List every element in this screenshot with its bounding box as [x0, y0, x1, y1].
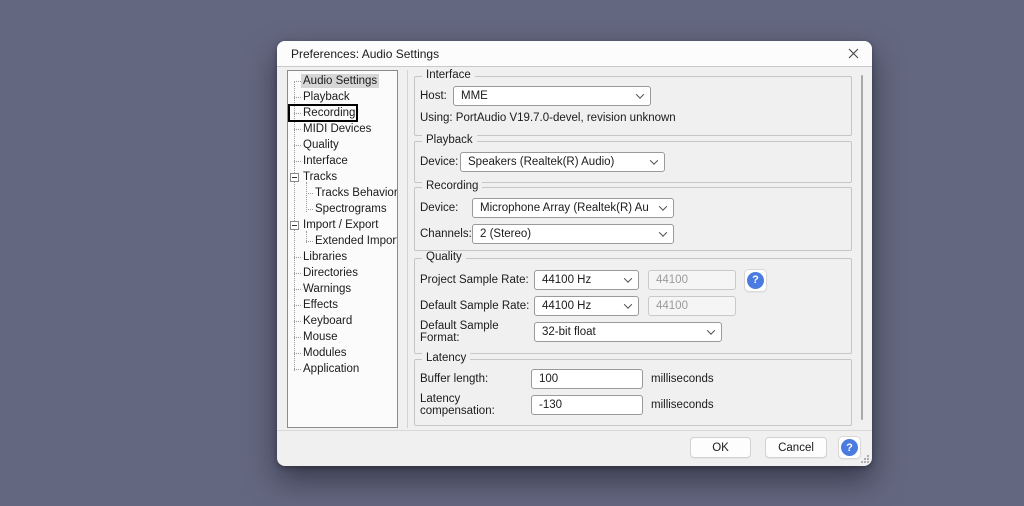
collapse-expander-icon[interactable]: [290, 221, 299, 230]
group-title: Latency: [422, 352, 471, 364]
sidebar-item-tracks[interactable]: Tracks: [288, 169, 397, 185]
default-sample-rate-value: 44100 Hz: [542, 300, 592, 312]
chevron-down-icon: [649, 156, 659, 165]
default-sample-format-dropdown[interactable]: 32-bit float: [534, 322, 722, 342]
vertical-scrollbar[interactable]: [861, 75, 863, 420]
playback-device-value: Speakers (Realtek(R) Audio): [468, 156, 615, 168]
cancel-button[interactable]: Cancel: [765, 437, 827, 458]
preferences-dialog: Preferences: Audio Settings Audio Settin…: [277, 41, 872, 466]
preferences-category-tree: Audio Settings Playback Recording MIDI D…: [287, 70, 398, 428]
chevron-down-icon: [623, 274, 633, 283]
group-title: Recording: [422, 180, 483, 192]
channels-value: 2 (Stereo): [480, 228, 532, 240]
sidebar-item-import-export[interactable]: Import / Export: [288, 217, 397, 233]
interface-group: Interface Host: MME Using: PortAudio V19…: [414, 69, 852, 136]
sidebar-item-warnings[interactable]: Warnings: [288, 281, 397, 297]
default-sample-rate-label: Default Sample Rate:: [420, 300, 530, 312]
sidebar-item-playback[interactable]: Playback: [288, 89, 397, 105]
ok-button[interactable]: OK: [690, 437, 751, 458]
sidebar-item-audio-settings[interactable]: Audio Settings: [288, 73, 397, 89]
latency-group: Latency Buffer length: milliseconds Late…: [414, 352, 852, 426]
sidebar-item-modules[interactable]: Modules: [288, 345, 397, 361]
project-sample-rate-other-input: [648, 270, 736, 290]
playback-device-dropdown[interactable]: Speakers (Realtek(R) Audio): [460, 152, 665, 172]
sidebar-item-tracks-behaviors[interactable]: Tracks Behaviors: [288, 185, 397, 201]
sidebar-item-mouse[interactable]: Mouse: [288, 329, 397, 345]
collapse-expander-icon[interactable]: [290, 173, 299, 182]
group-title: Playback: [422, 134, 477, 146]
playback-device-label: Device:: [420, 156, 459, 168]
sidebar-item-spectrograms[interactable]: Spectrograms: [288, 201, 397, 217]
resize-grip[interactable]: [861, 455, 869, 463]
desktop: { "window": { "title": "Preferences: Aud…: [0, 0, 1024, 506]
sidebar-item-midi-devices[interactable]: MIDI Devices: [288, 121, 397, 137]
playback-group: Playback Device: Speakers (Realtek(R) Au…: [414, 134, 852, 183]
default-sample-format-label: Default Sample Format:: [420, 320, 499, 344]
project-sample-rate-value: 44100 Hz: [542, 274, 592, 286]
project-sample-rate-label: Project Sample Rate:: [420, 274, 529, 286]
default-sample-rate-dropdown[interactable]: 44100 Hz: [534, 296, 639, 316]
project-sample-rate-dropdown[interactable]: 44100 Hz: [534, 270, 639, 290]
chevron-down-icon: [623, 300, 633, 309]
group-title: Quality: [422, 251, 466, 263]
sidebar-item-keyboard[interactable]: Keyboard: [288, 313, 397, 329]
latency-compensation-label: Latency compensation:: [420, 393, 495, 417]
recording-device-value: Microphone Array (Realtek(R) Au: [480, 202, 649, 214]
recording-device-dropdown[interactable]: Microphone Array (Realtek(R) Au: [472, 198, 674, 218]
buffer-length-unit: milliseconds: [651, 373, 714, 385]
sidebar-item-extended-import[interactable]: Extended Import: [288, 233, 397, 249]
portaudio-version-text: Using: PortAudio V19.7.0-devel, revision…: [420, 112, 676, 124]
buffer-length-input[interactable]: [531, 369, 643, 389]
channels-label: Channels:: [420, 228, 472, 240]
latency-compensation-input[interactable]: [531, 395, 643, 415]
sidebar-item-directories[interactable]: Directories: [288, 265, 397, 281]
titlebar: Preferences: Audio Settings: [277, 41, 872, 67]
host-dropdown[interactable]: MME: [453, 86, 651, 106]
host-label: Host:: [420, 90, 447, 102]
dialog-help-button[interactable]: ?: [838, 436, 861, 459]
host-dropdown-value: MME: [461, 90, 488, 102]
buffer-length-label: Buffer length:: [420, 373, 489, 385]
default-sample-format-value: 32-bit float: [542, 326, 596, 338]
latency-compensation-unit: milliseconds: [651, 399, 714, 411]
recording-group: Recording Device: Microphone Array (Real…: [414, 180, 852, 251]
help-icon: ?: [841, 439, 858, 456]
sidebar-item-interface[interactable]: Interface: [288, 153, 397, 169]
sidebar-item-quality[interactable]: Quality: [288, 137, 397, 153]
group-title: Interface: [422, 69, 475, 81]
default-sample-rate-other-input: [648, 296, 736, 316]
quality-group: Quality Project Sample Rate: 44100 Hz ? …: [414, 251, 852, 354]
chevron-down-icon: [658, 228, 668, 237]
window-title: Preferences: Audio Settings: [291, 46, 440, 61]
sidebar-item-effects[interactable]: Effects: [288, 297, 397, 313]
sidebar-item-application[interactable]: Application: [288, 361, 397, 377]
channels-dropdown[interactable]: 2 (Stereo): [472, 224, 674, 244]
footer-separator: [277, 430, 872, 431]
sidebar-item-libraries[interactable]: Libraries: [288, 249, 397, 265]
recording-device-label: Device:: [420, 202, 459, 214]
chevron-down-icon: [635, 90, 645, 99]
content-separator: [407, 70, 408, 428]
sidebar-item-recording[interactable]: Recording: [288, 104, 397, 122]
help-icon: ?: [747, 271, 764, 289]
chevron-down-icon: [658, 202, 668, 211]
sample-rate-help-button[interactable]: ?: [744, 268, 767, 292]
close-icon[interactable]: [844, 45, 862, 63]
chevron-down-icon: [706, 326, 716, 335]
